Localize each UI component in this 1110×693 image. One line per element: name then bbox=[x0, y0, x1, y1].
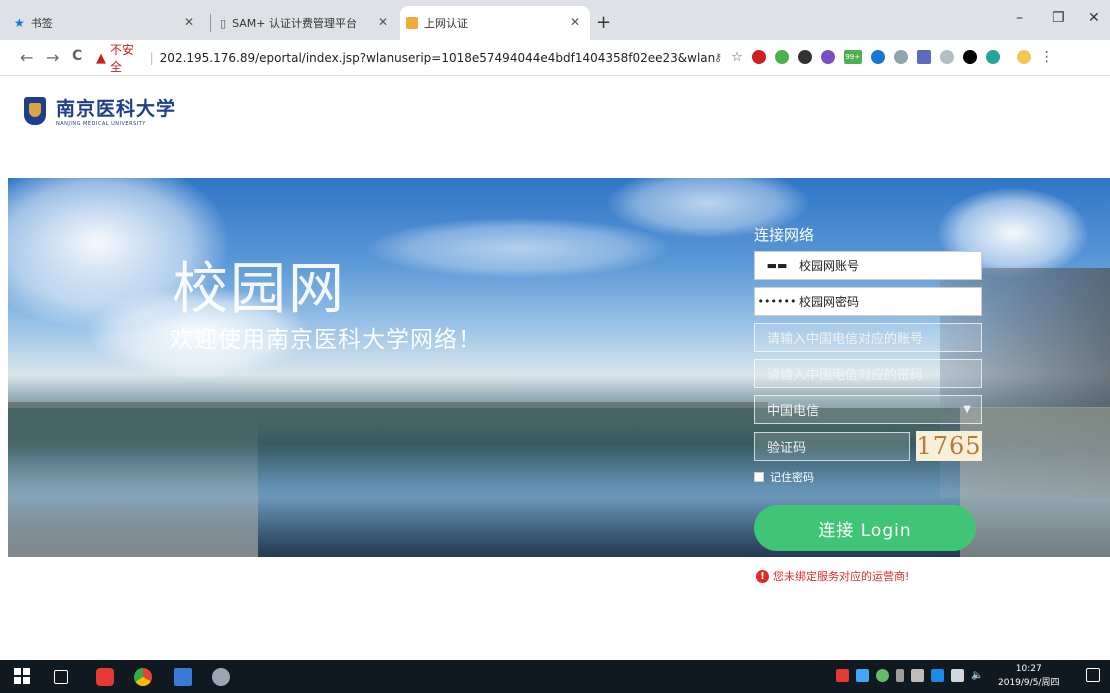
extension-badge-icon[interactable]: 99+ bbox=[843, 50, 862, 64]
menu-kebab-icon[interactable]: ⋮ bbox=[1040, 49, 1054, 65]
tray-app-icon[interactable] bbox=[836, 669, 849, 682]
university-name-en: NANJING MEDICAL UNIVERSITY bbox=[56, 121, 146, 127]
windows-start-icon[interactable] bbox=[14, 668, 32, 686]
close-tab-icon[interactable]: ✕ bbox=[570, 15, 580, 29]
reload-button[interactable]: C bbox=[72, 48, 82, 64]
tray-app-icon[interactable] bbox=[896, 669, 904, 682]
tab-divider bbox=[210, 14, 211, 32]
network-icon[interactable] bbox=[951, 669, 964, 682]
hero-subtitle: 欢迎使用南京医科大学网络！ bbox=[170, 327, 482, 353]
forward-button[interactable]: → bbox=[46, 48, 59, 67]
logo-text: 南京医科大学 NANJING MEDICAL UNIVERSITY bbox=[56, 94, 176, 127]
browser-tab-strip: ★ 书签 ✕ ▯ SAM+ 认证计费管理平台 ✕ 上网认证 ✕ + – ❐ ✕ bbox=[0, 0, 1110, 40]
tab-title: 上网认证 bbox=[424, 17, 468, 30]
tray-app-icon[interactable] bbox=[911, 669, 924, 682]
notification-center-icon[interactable] bbox=[1086, 668, 1100, 682]
task-view-icon[interactable] bbox=[54, 670, 68, 684]
dropdown-caret-icon: ▼ bbox=[963, 404, 971, 415]
minimize-button[interactable]: – bbox=[1016, 10, 1023, 26]
tray-app-icon[interactable] bbox=[931, 669, 944, 682]
password-mask: •••••• bbox=[757, 295, 797, 308]
remember-password[interactable]: 记住密码 bbox=[754, 469, 982, 485]
dark-extension-icon[interactable] bbox=[797, 50, 812, 64]
restore-button[interactable]: ❐ bbox=[1052, 10, 1065, 26]
system-tray: 🔈 bbox=[836, 669, 983, 682]
error-notice: ! 您未绑定服务对应的运营商! bbox=[756, 568, 909, 584]
profile-avatar-icon[interactable] bbox=[1016, 50, 1031, 64]
divider: | bbox=[149, 51, 154, 65]
tab-title: SAM+ 认证计费管理平台 bbox=[232, 17, 357, 30]
tab-sam-platform[interactable]: ▯ SAM+ 认证计费管理平台 ✕ bbox=[220, 6, 398, 40]
netease-music-icon[interactable] bbox=[96, 668, 114, 686]
photos-icon[interactable] bbox=[174, 668, 192, 686]
captcha-row: 验证码 1765 bbox=[754, 431, 982, 461]
railing-scenery bbox=[960, 407, 1110, 557]
campus-password-label: 校园网密码 bbox=[799, 295, 860, 309]
tab-bookmarks[interactable]: ★ 书签 ✕ bbox=[14, 6, 204, 40]
captcha-input[interactable]: 验证码 bbox=[754, 431, 910, 461]
crest-icon bbox=[24, 96, 46, 125]
carrier-select[interactable]: 中国电信 ▼ bbox=[754, 395, 982, 424]
star-icon: ★ bbox=[14, 16, 25, 30]
green-extension-icon[interactable] bbox=[774, 50, 789, 64]
tab-portal-auth[interactable]: 上网认证 ✕ bbox=[400, 6, 590, 40]
remember-checkbox[interactable] bbox=[754, 472, 764, 482]
new-tab-button[interactable]: + bbox=[596, 12, 611, 33]
university-logo: 南京医科大学 NANJING MEDICAL UNIVERSITY bbox=[24, 94, 176, 127]
carrier-account-input[interactable]: 请输入中国电信对应的账号 bbox=[754, 323, 982, 352]
error-message: 您未绑定服务对应的运营商! bbox=[773, 570, 910, 583]
campus-account-field[interactable]: ▬▬ 校园网账号 bbox=[754, 251, 982, 280]
system-clock[interactable]: 10:27 2019/9/5/周四 bbox=[998, 662, 1059, 690]
page-icon: ▯ bbox=[220, 16, 227, 30]
url-omnibox[interactable]: ▲ 不安全 | 202.195.176.89/eportal/index.jsp… bbox=[96, 43, 716, 74]
key-icon[interactable]: ⚷ bbox=[714, 51, 722, 64]
hero-title: 校园网 bbox=[172, 257, 346, 322]
clock-time: 10:27 bbox=[1015, 664, 1042, 674]
login-panel: 连接网络 ▬▬ 校园网账号 •••••• 校园网密码 请输入中国电信对应的账号 … bbox=[754, 224, 982, 551]
volume-icon[interactable]: 🔈 bbox=[971, 670, 983, 681]
tray-app-icon[interactable] bbox=[856, 669, 869, 682]
clock-date: 2019/9/5/周四 bbox=[998, 678, 1060, 688]
university-name-cn: 南京医科大学 bbox=[56, 98, 177, 120]
app-icon[interactable] bbox=[212, 668, 230, 686]
teal-extension-icon[interactable] bbox=[985, 50, 1000, 64]
address-bar: ← → C ▲ 不安全 | 202.195.176.89/eportal/ind… bbox=[0, 40, 1110, 76]
carrier-password-input[interactable]: 请输入中国电信对应的密码 bbox=[754, 359, 982, 388]
captcha-image[interactable]: 1765 bbox=[916, 431, 982, 461]
purple-extension-icon[interactable] bbox=[820, 50, 835, 64]
extension-toolbar: ⚷ ☆ 99+ ⋮ bbox=[714, 49, 1054, 65]
square-extension-icon[interactable] bbox=[916, 50, 931, 64]
opera-extension-icon[interactable] bbox=[751, 50, 766, 64]
security-status[interactable]: 不安全 bbox=[110, 41, 144, 75]
close-window-button[interactable]: ✕ bbox=[1088, 10, 1100, 26]
back-button[interactable]: ← bbox=[20, 48, 33, 67]
bridge-scenery bbox=[8, 402, 768, 408]
tab-title: 书签 bbox=[30, 17, 53, 30]
close-tab-icon[interactable]: ✕ bbox=[378, 15, 388, 29]
warning-icon: ▲ bbox=[96, 50, 106, 66]
campus-account-label: 校园网账号 bbox=[799, 259, 860, 273]
shield-icon[interactable] bbox=[939, 50, 954, 64]
campus-password-field[interactable]: •••••• 校园网密码 bbox=[754, 287, 982, 316]
error-icon: ! bbox=[756, 569, 769, 583]
tray-app-icon[interactable] bbox=[876, 669, 889, 682]
bookmark-star-icon[interactable]: ☆ bbox=[731, 50, 743, 65]
windows-taskbar: 🔈 10:27 2019/9/5/周四 bbox=[0, 660, 1110, 693]
url-text[interactable]: 202.195.176.89/eportal/index.jsp?wlanuse… bbox=[160, 51, 716, 65]
portal-favicon-icon bbox=[406, 17, 418, 29]
black-circle-icon[interactable] bbox=[962, 50, 977, 64]
carrier-selected-value: 中国电信 bbox=[767, 404, 820, 419]
login-title: 连接网络 bbox=[754, 226, 815, 244]
blue-extension-icon[interactable] bbox=[870, 50, 885, 64]
cloud-decoration bbox=[368, 218, 668, 278]
remember-label: 记住密码 bbox=[770, 471, 814, 484]
user-icon: ▬▬ bbox=[766, 259, 788, 272]
grey-extension-icon[interactable] bbox=[893, 50, 908, 64]
close-tab-icon[interactable]: ✕ bbox=[184, 15, 194, 29]
railing-scenery bbox=[8, 417, 258, 557]
chrome-icon[interactable] bbox=[134, 668, 152, 686]
login-button[interactable]: 连接 Login bbox=[754, 505, 976, 551]
